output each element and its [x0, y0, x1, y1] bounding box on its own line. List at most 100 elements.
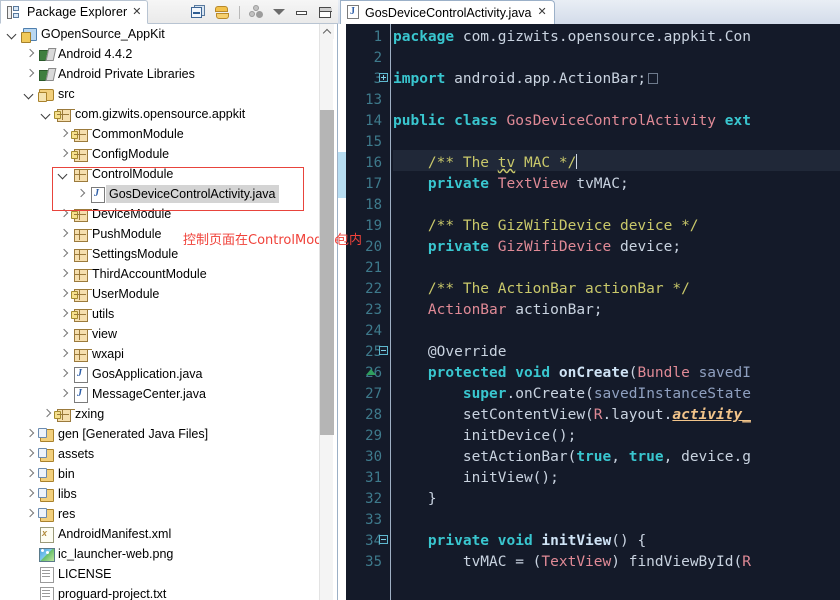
tree-item-configmodule[interactable]: ConfigModule	[0, 144, 320, 164]
chevron-right-icon[interactable]	[57, 348, 70, 361]
explorer-scrollbar[interactable]	[319, 24, 334, 600]
collapse-all-icon[interactable]	[191, 4, 208, 21]
chevron-right-icon[interactable]	[57, 128, 70, 141]
code-line[interactable]: public class GosDeviceControlActivity ex…	[393, 111, 751, 132]
tree-item-zxing[interactable]: zxing	[0, 404, 320, 424]
view-menu-icon[interactable]	[271, 4, 288, 21]
project-tree[interactable]: GOpenSource_AppKit Android 4.4.2 Android P…	[0, 24, 320, 600]
chevron-right-icon[interactable]	[23, 488, 36, 501]
code-line[interactable]: private TextView tvMAC;	[393, 174, 629, 195]
code-area[interactable]: 1 2 3 13 14 15 16 17 18 19 20 21 22 23 24 25 26 27 28 29 30 3…	[338, 24, 840, 600]
chevron-right-icon[interactable]	[57, 268, 70, 281]
code-line[interactable]: @Override	[393, 342, 507, 363]
folding-ruler[interactable]	[366, 24, 390, 600]
focus-on-active-task-icon[interactable]	[248, 4, 265, 21]
tree-item-wxapi[interactable]: wxapi	[0, 344, 320, 364]
tree-item-assets[interactable]: assets	[0, 444, 320, 464]
fold-collapse-icon[interactable]	[379, 535, 388, 544]
tree-item-res[interactable]: res	[0, 504, 320, 524]
tree-item-ic-launcher-web-png[interactable]: ic_launcher-web.png	[0, 544, 320, 564]
chevron-down-icon[interactable]	[57, 168, 70, 181]
tree-item-bin[interactable]: bin	[0, 464, 320, 484]
code-line[interactable]: tvMAC = (TextView) findViewById(R	[393, 552, 751, 573]
fold-collapse-icon[interactable]	[379, 346, 388, 355]
chevron-right-icon[interactable]	[57, 148, 70, 161]
tree-item-controlmodule[interactable]: ControlModule	[0, 164, 320, 184]
tree-item-android-private-libraries[interactable]: Android Private Libraries	[0, 64, 320, 84]
maximize-icon[interactable]	[317, 4, 334, 21]
xml-file-icon: x	[38, 526, 54, 543]
code-line[interactable]: initDevice();	[393, 426, 577, 447]
tree-item-libs[interactable]: libs	[0, 484, 320, 504]
chevron-right-icon[interactable]	[57, 248, 70, 261]
scrollbar-thumb[interactable]	[320, 110, 334, 435]
tree-item-com-gizwits-opensource-appkit[interactable]: com.gizwits.opensource.appkit	[0, 104, 320, 124]
tree-item-label: gen [Generated Java Files]	[58, 427, 209, 441]
chevron-right-icon[interactable]	[57, 328, 70, 341]
tree-item-android-4-4-2[interactable]: Android 4.4.2	[0, 44, 320, 64]
code-line[interactable]: super.onCreate(savedInstanceState	[393, 384, 751, 405]
tree-item-usermodule[interactable]: UserModule	[0, 284, 320, 304]
chevron-right-icon[interactable]	[57, 388, 70, 401]
tree-item-src[interactable]: src	[0, 84, 320, 104]
code-line[interactable]: protected void onCreate(Bundle savedI	[393, 363, 751, 384]
tree-item-label: com.gizwits.opensource.appkit	[75, 107, 246, 121]
tree-item-androidmanifest-xml[interactable]: x AndroidManifest.xml	[0, 524, 320, 544]
code-line[interactable]: }	[393, 489, 437, 510]
code-line[interactable]: /** The ActionBar actionBar */	[393, 279, 690, 300]
tree-item-commonmodule[interactable]: CommonModule	[0, 124, 320, 144]
code-line[interactable]: ActionBar actionBar;	[393, 300, 603, 321]
code-line[interactable]: private GizWifiDevice device;	[393, 237, 681, 258]
chevron-right-icon[interactable]	[23, 68, 36, 81]
tree-item-utils[interactable]: utils	[0, 304, 320, 324]
fold-expand-icon[interactable]	[379, 73, 388, 82]
chevron-right-icon[interactable]	[57, 368, 70, 381]
chevron-down-icon[interactable]	[23, 88, 36, 101]
chevron-right-icon[interactable]	[57, 228, 70, 241]
scroll-up-arrow-icon[interactable]	[320, 24, 334, 39]
chevron-down-icon[interactable]	[6, 28, 19, 41]
chevron-right-icon[interactable]	[74, 188, 87, 201]
code-line[interactable]: setActionBar(true, true, device.g	[393, 447, 751, 468]
chevron-right-icon[interactable]	[57, 288, 70, 301]
minimize-icon[interactable]	[294, 4, 311, 21]
chevron-right-icon[interactable]	[23, 468, 36, 481]
code-line[interactable]: /** The tv MAC */	[393, 153, 578, 174]
package-icon	[72, 346, 88, 362]
tab-package-explorer[interactable]: Package Explorer ✕	[0, 0, 149, 24]
chevron-right-icon[interactable]	[23, 508, 36, 521]
code-line[interactable]: setContentView(R.layout.activity_	[393, 405, 751, 426]
close-icon[interactable]: ✕	[132, 6, 141, 18]
collapsed-imports-icon[interactable]	[648, 73, 659, 84]
link-with-editor-icon[interactable]	[214, 4, 231, 21]
tab-gosdevicecontrolactivity-java[interactable]: J GosDeviceControlActivity.java ✕	[340, 0, 555, 24]
tree-item-devicemodule[interactable]: DeviceModule	[0, 204, 320, 224]
code-line[interactable]: initView();	[393, 468, 559, 489]
tree-item-label: Android Private Libraries	[58, 67, 195, 81]
tree-item-label: proguard-project.txt	[58, 587, 167, 600]
package-lock-icon	[54, 106, 71, 122]
chevron-right-icon[interactable]	[57, 208, 70, 221]
chevron-right-icon[interactable]	[57, 308, 70, 321]
chevron-down-icon[interactable]	[40, 108, 53, 121]
code-line[interactable]: package com.gizwits.opensource.appkit.Co…	[393, 27, 751, 48]
code-line[interactable]: private void initView() {	[393, 531, 646, 552]
close-icon[interactable]: ✕	[538, 7, 547, 18]
chevron-right-icon[interactable]	[40, 408, 53, 421]
tree-item-gen[interactable]: gen [Generated Java Files]	[0, 424, 320, 444]
tree-item-gosapplication-java[interactable]: J GosApplication.java	[0, 364, 320, 384]
chevron-right-icon[interactable]	[23, 428, 36, 441]
source-code-text[interactable]: package com.gizwits.opensource.appkit.Co…	[393, 24, 840, 600]
tree-item-messagecenter-java[interactable]: J MessageCenter.java	[0, 384, 320, 404]
code-line[interactable]: /** The GizWifiDevice device */	[393, 216, 699, 237]
tree-item-proguard-project-txt[interactable]: proguard-project.txt	[0, 584, 320, 600]
chevron-right-icon[interactable]	[23, 448, 36, 461]
tree-item-license[interactable]: LICENSE	[0, 564, 320, 584]
chevron-right-icon[interactable]	[23, 48, 36, 61]
code-line[interactable]: import android.app.ActionBar;	[393, 69, 659, 90]
tree-item-view[interactable]: view	[0, 324, 320, 344]
tree-item-thirdaccountmodule[interactable]: ThirdAccountModule	[0, 264, 320, 284]
tree-item-gosdevicecontrolactivity-java[interactable]: J GosDeviceControlActivity.java	[0, 184, 320, 204]
tree-item-gopensource-appkit[interactable]: GOpenSource_AppKit	[0, 24, 320, 44]
eclipse-ide-window: Package Explorer ✕ GOpenSource_AppKit An…	[0, 0, 840, 600]
